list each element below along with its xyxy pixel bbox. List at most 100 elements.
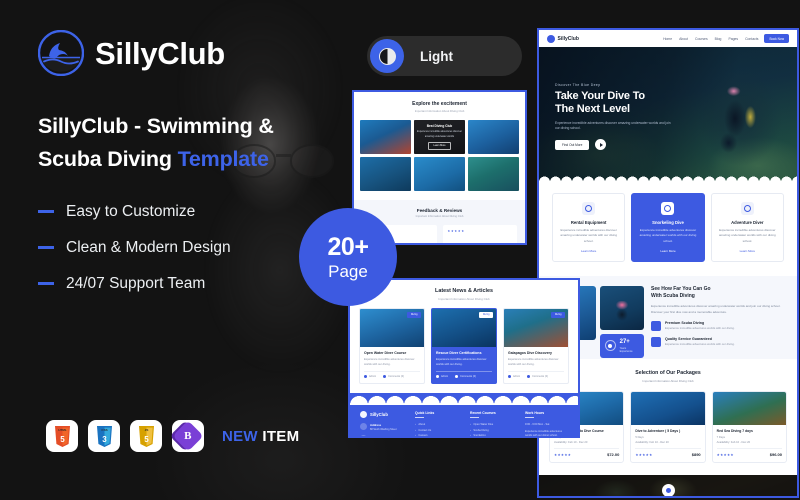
new-label: NEW — [222, 427, 258, 445]
stat-number: 27+ — [619, 339, 630, 345]
hero-eyebrow: Discover The Blue Deep — [555, 83, 601, 87]
wave-divider — [539, 173, 797, 182]
package-card[interactable]: Red Sea Diving 7 days 7 Days Availabilit… — [711, 390, 787, 464]
mock-nav-brand: SillyClub — [547, 34, 579, 43]
gallery-header: Explore the excitement Important Informa… — [354, 92, 525, 120]
gallery-item[interactable] — [468, 120, 519, 154]
mock-bottom-cta: Your underwater adventure awaits, let's … — [539, 475, 797, 496]
service-link[interactable]: Learn More — [558, 249, 619, 253]
about-feature: Quality Service Guaranteed Experience in… — [651, 337, 784, 348]
service-title: Rental Equipment — [570, 220, 607, 225]
news-card-desc: Experience incredible adventures discove… — [364, 357, 415, 366]
package-price: $96.00 — [769, 452, 782, 458]
gallery-subtitle: Important Information About Diving Club — [414, 109, 465, 113]
package-card[interactable]: Dive to Adventure ( 5 Days ) 5 Days Avai… — [630, 390, 706, 464]
feedback-title: Feedback & Reviews — [416, 208, 463, 213]
news-card-title: Open Water Diver Course — [364, 350, 407, 355]
nav-link[interactable]: Home — [663, 37, 672, 41]
news-meta: Comments (0) — [527, 375, 548, 379]
contrast-icon — [370, 39, 404, 73]
light-toggle-label: Light — [420, 48, 453, 64]
gallery-item[interactable] — [468, 157, 519, 191]
css3-badge: 3 CSS — [88, 420, 120, 452]
gallery-item[interactable] — [360, 120, 411, 154]
mock-services: Rental Equipment Experience incredible a… — [539, 182, 797, 276]
star-rating: ★★★★★ — [447, 229, 465, 233]
nav-link[interactable]: Courses — [695, 37, 708, 41]
hero-actions: Find Out More — [555, 139, 675, 150]
quality-feature-icon — [651, 337, 661, 348]
headline-line-1: SillyClub - Swimming & — [38, 114, 274, 138]
about-copy: See How Far You Can Go With Scuba Diving… — [651, 286, 784, 348]
play-icon[interactable] — [595, 139, 607, 150]
html5-badge: 5 HTML — [46, 420, 78, 452]
javascript-icon: 5 JS — [138, 425, 154, 447]
snorkel-icon — [661, 202, 675, 215]
news-photo: Diving — [360, 308, 424, 347]
nav-link[interactable]: Pages — [728, 37, 738, 41]
tech-badges: 5 HTML 3 CSS 5 JS B NEW ITEM — [46, 420, 299, 452]
news-card-desc: Experience incredible adventures discove… — [508, 357, 559, 366]
nav-link[interactable]: Blog — [715, 37, 722, 41]
gallery-item[interactable] — [414, 157, 465, 191]
footer-recent-courses: Recent Courses › Open Water Dive › Scuba D… — [470, 411, 496, 437]
dash-icon — [38, 282, 54, 285]
about-feature: Premium Scuba Diving Experience incredib… — [651, 321, 784, 332]
nav-link[interactable]: About — [679, 37, 688, 41]
hero-title-line-1: Take Your Dive To — [555, 90, 645, 102]
svg-text:CSS: CSS — [101, 428, 107, 432]
svg-text:5: 5 — [60, 435, 65, 444]
list-item: Easy to Customize — [38, 203, 338, 221]
about-title-line-1: See How Far You Can Go — [651, 285, 711, 292]
news-card[interactable]: Diving Rescue Diver Certifications Exper… — [431, 307, 497, 385]
news-card[interactable]: Diving Open Water Diver Course Experienc… — [359, 307, 425, 385]
phone-icon — [360, 434, 367, 436]
overlay-button[interactable]: Learn More — [428, 141, 451, 150]
mock-nav-cta-button[interactable]: Book Now — [764, 34, 789, 43]
play-circle-icon[interactable] — [661, 484, 675, 496]
stat-caption: Years Experience — [619, 346, 633, 353]
package-meta: 5 Days — [635, 435, 644, 439]
feature-label: Easy to Customize — [66, 202, 196, 220]
promo-banner: SillyClub SillyClub - Swimming & Scuba D… — [0, 0, 800, 500]
service-card[interactable]: Snorkeling Dive Experience incredible ad… — [631, 193, 705, 262]
about-title: See How Far You Can Go With Scuba Diving — [651, 286, 784, 301]
user-icon — [508, 375, 511, 379]
service-link[interactable]: Learn More — [637, 249, 698, 253]
review-card: ★★★★★ — [442, 225, 517, 243]
hero-cta-button[interactable]: Find Out More — [555, 139, 590, 150]
hero-title-line-2: The Next Level — [555, 103, 630, 116]
nav-link[interactable]: Contacts — [745, 37, 758, 41]
package-meta: 7 Days — [716, 435, 726, 439]
news-card-title: Rescue Diver Certifications — [436, 350, 482, 355]
footer-quick-links: Quick Links › About › Contact Us › Careers — [415, 411, 435, 437]
news-meta: Admin — [364, 375, 376, 379]
news-meta: Comments (0) — [455, 375, 476, 379]
news-card[interactable]: Diving Galapagos Dive Discovery Experien… — [503, 307, 569, 385]
package-list: Beginner Learn to Dive Course 3 Days Ava… — [549, 390, 787, 464]
brand-name: SillyClub — [95, 35, 225, 71]
dash-icon — [38, 246, 54, 249]
mock-hero: Discover The Blue Deep Take Your Dive To… — [539, 47, 797, 182]
page-title: SillyClub - Swimming & Scuba Diving Temp… — [38, 110, 338, 177]
service-link[interactable]: Learn More — [717, 249, 778, 253]
service-card[interactable]: Rental Equipment Experience incredible a… — [552, 193, 626, 262]
gallery-item-featured[interactable]: Best Diving Club Experience incredible a… — [414, 120, 465, 154]
hero-copy: Discover The Blue Deep Take Your Dive To… — [555, 83, 675, 150]
service-card[interactable]: Adventure Diver Experience incredible ad… — [710, 193, 784, 262]
overlay-title: Best Diving Club — [426, 124, 453, 129]
comment-icon — [527, 375, 531, 379]
css3-icon: 3 CSS — [96, 425, 112, 447]
star-rating: ★★★★★ — [554, 452, 572, 457]
service-desc: Experience incredible adventures discove… — [639, 228, 697, 243]
svg-text:JS: JS — [144, 428, 148, 432]
package-meta: Availability: Feb 10 - Dec 20 — [554, 441, 588, 445]
footer-brand-col: SillyClub Address 88 South Washing Street… — [360, 411, 403, 436]
item-label: ITEM — [257, 427, 300, 445]
footer-brand-name: SillyClub — [370, 412, 388, 418]
star-rating: ★★★★★ — [635, 452, 653, 457]
packages-header: Selection of Our Packages Important Info… — [549, 370, 787, 383]
gallery-item[interactable] — [360, 157, 411, 191]
light-mode-toggle[interactable]: Light — [367, 36, 522, 76]
bootstrap-badge: B — [172, 420, 204, 452]
